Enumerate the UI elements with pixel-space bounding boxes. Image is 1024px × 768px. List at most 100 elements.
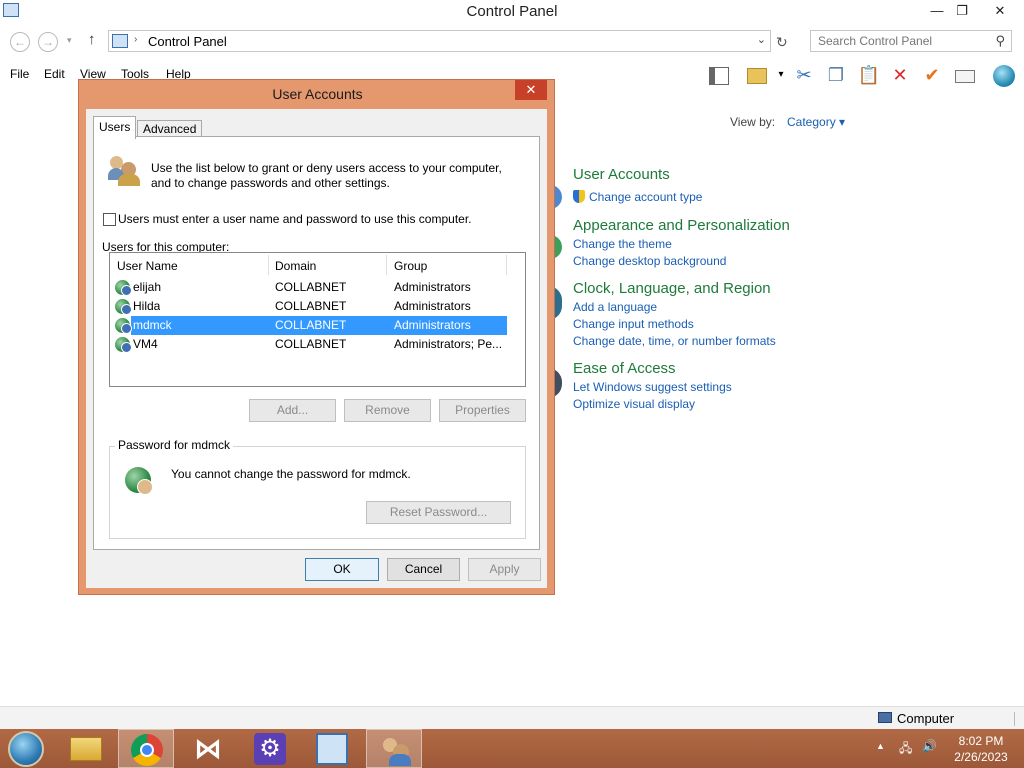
category-clock-language-region[interactable]: Clock, Language, and Region	[573, 280, 771, 297]
back-button[interactable]: ←	[10, 32, 30, 52]
breadcrumb-chevron-icon[interactable]: ›	[134, 34, 137, 45]
link-change-account-type[interactable]: Change account type	[573, 190, 702, 204]
add-user-button[interactable]: Add...	[249, 399, 336, 422]
volume-icon[interactable]: 🔊	[922, 739, 937, 753]
users-icon	[108, 154, 142, 186]
user-domain: COLLABNET	[275, 299, 347, 313]
intro-text-line1: Use the list below to grant or deny user…	[151, 161, 502, 175]
taskbar-visual-studio[interactable]: ⋈	[180, 729, 236, 768]
recent-locations-chevron-icon[interactable]: ▾	[67, 35, 72, 46]
resize-grip[interactable]	[1014, 712, 1015, 726]
view-by-dropdown[interactable]: Category ▾	[787, 115, 845, 129]
require-password-checkbox[interactable]	[103, 213, 116, 226]
view-by-label: View by:	[730, 115, 776, 129]
user-icon	[115, 280, 132, 296]
up-button[interactable]: ↑	[88, 31, 96, 48]
user-properties-button[interactable]: Properties	[439, 399, 526, 422]
user-name: elijah	[133, 280, 162, 294]
link-let-windows-suggest-settings[interactable]: Let Windows suggest settings	[573, 380, 732, 394]
tab-users[interactable]: Users	[93, 116, 137, 139]
taskbar-file-explorer[interactable]	[58, 729, 114, 768]
link-change-date-time-formats[interactable]: Change date, time, or number formats	[573, 334, 776, 348]
require-password-label[interactable]: Users must enter a user name and passwor…	[118, 212, 472, 227]
column-divider[interactable]	[268, 255, 269, 275]
column-domain[interactable]: Domain	[275, 259, 316, 273]
user-domain: COLLABNET	[275, 318, 347, 332]
properties-icon[interactable]	[952, 62, 978, 88]
check-icon[interactable]: ✔	[919, 62, 945, 88]
remove-user-button[interactable]: Remove	[344, 399, 431, 422]
column-divider[interactable]	[506, 255, 507, 275]
user-group: Administrators	[394, 318, 471, 332]
link-change-input-methods[interactable]: Change input methods	[573, 317, 694, 331]
user-row-elijah[interactable]: elijah COLLABNET Administrators	[110, 278, 525, 297]
link-add-language[interactable]: Add a language	[573, 300, 657, 314]
users-list[interactable]: User Name Domain Group elijah COLLABNET …	[109, 252, 526, 387]
category-ease-of-access[interactable]: Ease of Access	[573, 360, 676, 377]
address-bar[interactable]: › Control Panel ⌄	[108, 30, 771, 52]
close-button[interactable]: ✕	[985, 0, 1015, 22]
start-button[interactable]	[8, 731, 44, 767]
user-row-mdmck[interactable]: mdmck COLLABNET Administrators	[110, 316, 525, 335]
column-divider[interactable]	[386, 255, 387, 275]
visual-studio-icon: ⋈	[194, 733, 222, 764]
users-icon	[379, 734, 411, 766]
taskbar-chrome[interactable]	[118, 729, 174, 768]
user-group: Administrators; Pe...	[394, 337, 503, 351]
taskbar-control-panel[interactable]	[304, 729, 360, 768]
control-panel-icon	[316, 733, 348, 765]
user-group: Administrators	[394, 280, 471, 294]
password-group: Password for mdmck You cannot change the…	[109, 438, 526, 539]
user-accounts-dialog: User Accounts ✕ Users Advanced Use the l…	[78, 79, 555, 595]
copy-icon[interactable]: ❐	[823, 62, 849, 88]
cut-icon[interactable]: ✂	[791, 62, 817, 88]
taskbar-user-accounts[interactable]	[366, 729, 422, 768]
search-icon[interactable]: ⚲	[995, 33, 1005, 49]
dialog-close-button[interactable]: ✕	[515, 80, 547, 100]
ok-button[interactable]: OK	[305, 558, 379, 581]
window-title: Control Panel	[466, 3, 558, 20]
user-group: Administrators	[394, 299, 471, 313]
forward-button[interactable]: →	[38, 32, 58, 52]
link-optimize-visual-display[interactable]: Optimize visual display	[573, 397, 695, 411]
breadcrumb-control-panel[interactable]: Control Panel	[148, 34, 227, 49]
cancel-button[interactable]: Cancel	[387, 558, 460, 581]
system-clock[interactable]: 8:02 PM 2/26/2023	[950, 733, 1012, 765]
tab-advanced[interactable]: Advanced	[137, 120, 203, 136]
user-icon	[115, 318, 132, 334]
delete-icon[interactable]: ✕	[887, 62, 913, 88]
category-user-accounts[interactable]: User Accounts	[573, 166, 670, 183]
refresh-icon[interactable]: ↻	[776, 34, 788, 51]
folder-options-icon[interactable]	[744, 62, 770, 88]
password-group-label: Password for mdmck	[115, 438, 234, 452]
menu-edit[interactable]: Edit	[44, 67, 65, 81]
link-change-theme[interactable]: Change the theme	[573, 237, 672, 251]
taskbar-settings[interactable]: ⚙	[242, 729, 298, 768]
address-dropdown-icon[interactable]: ⌄	[757, 33, 766, 46]
user-name: VM4	[133, 337, 158, 351]
search-input[interactable]	[818, 32, 988, 50]
apply-button[interactable]: Apply	[468, 558, 541, 581]
menu-file[interactable]: File	[10, 67, 29, 81]
user-name: Hilda	[133, 299, 161, 313]
column-group[interactable]: Group	[394, 259, 427, 273]
paste-icon[interactable]: 📋	[856, 62, 882, 88]
show-hidden-icons-icon[interactable]: ▲	[876, 741, 885, 751]
status-location: Computer	[897, 711, 955, 726]
reset-password-button[interactable]: Reset Password...	[366, 501, 511, 524]
network-icon[interactable]: 🖧	[899, 739, 912, 760]
search-box[interactable]: ⚲	[810, 30, 1012, 52]
user-row-vm4[interactable]: VM4 COLLABNET Administrators; Pe...	[110, 335, 525, 354]
network-globe-icon[interactable]	[991, 62, 1017, 88]
layout-pane-icon[interactable]	[706, 62, 732, 88]
link-change-desktop-background[interactable]: Change desktop background	[573, 254, 726, 268]
clock-time: 8:02 PM	[958, 734, 1004, 748]
maximize-button[interactable]: ❐	[947, 0, 977, 22]
column-user-name[interactable]: User Name	[117, 259, 178, 273]
category-appearance-personalization[interactable]: Appearance and Personalization	[573, 217, 790, 234]
folder-icon	[70, 737, 102, 761]
user-row-hilda[interactable]: Hilda COLLABNET Administrators	[110, 297, 525, 316]
dialog-title: User Accounts	[272, 86, 363, 102]
intro-text-line2: and to change passwords and other settin…	[151, 176, 390, 190]
address-row: ← → ▾ ↑ › Control Panel ⌄ ↻ ⚲	[0, 26, 1024, 58]
